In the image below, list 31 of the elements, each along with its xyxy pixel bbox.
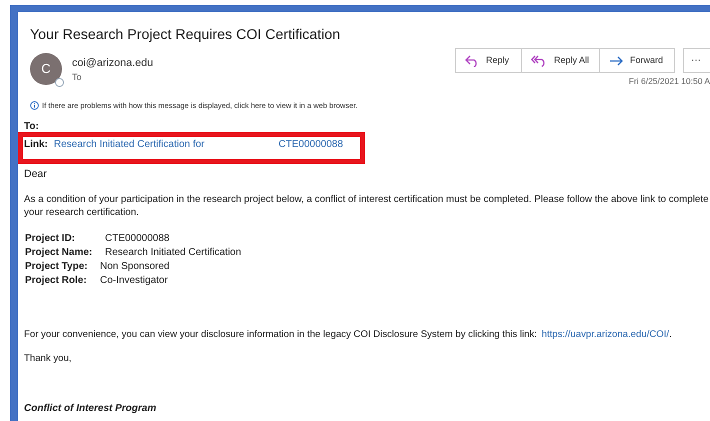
convenience-paragraph: For your convenience, you can view your disclosure information in the legacy COI Disclosure System by clicking this link: https://uavpr.arizona.edu/COI/. [24,328,672,341]
project-field-label: Project Type: [25,260,89,274]
project-field-value: Co-Investigator [100,274,168,288]
link-label: Link: [24,138,48,151]
to-label: To [72,70,83,82]
reply-button[interactable]: Reply [456,49,521,72]
forward-icon [609,56,623,66]
sender-address: coi@arizona.edu [72,56,154,70]
project-field-value: Non Sponsored [100,260,170,274]
presence-icon [55,78,64,87]
coi-system-link[interactable]: https://uavpr.arizona.edu/COI/ [542,329,670,340]
greeting: Dear [24,168,47,181]
closing-text: Thank you, [24,352,72,365]
reply-all-button[interactable]: Reply All [521,49,599,72]
to-field-label: To: [24,121,39,132]
intro-paragraph: As a condition of your participation in the research project below, a conflict of interest certification must be completed. Please follow the above link to complete your research certification. [24,193,709,219]
project-field-label: Project Name: [25,246,94,260]
certification-id-link[interactable]: CTE00000088 [278,138,344,151]
certification-link[interactable]: Research Initiated Certification for [54,138,205,151]
project-field-label: Project ID: [25,232,76,246]
info-icon [30,100,39,110]
more-button[interactable]: ··· [683,48,710,73]
signature: Conflict of Interest Program [24,402,156,415]
project-field-value: Research Initiated Certification [105,246,242,260]
sender-avatar: C [30,53,62,85]
reply-all-icon [531,54,547,66]
received-date: Fri 6/25/2021 10:50 A [628,75,710,88]
project-field-value: CTE00000088 [105,232,170,246]
reply-icon [465,54,479,66]
forward-button[interactable]: Forward [599,49,674,72]
email-subject: Your Research Project Requires COI Certification [30,26,342,45]
